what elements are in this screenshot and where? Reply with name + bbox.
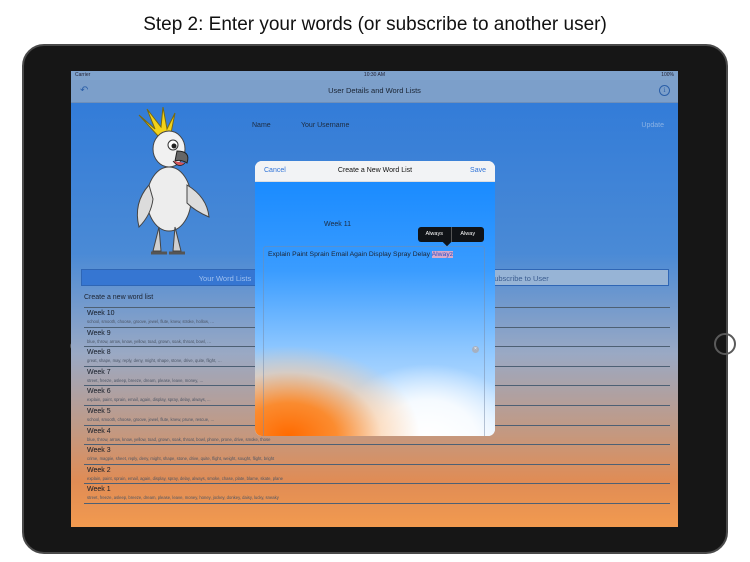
list-item-words: crime, magpie, sheet, reply, deny, might… (87, 456, 275, 462)
cockatoo-mascot (136, 107, 210, 255)
save-button[interactable]: Save (470, 167, 486, 174)
list-item-words: school, smooth, choose, groove, jewel, f… (87, 319, 215, 324)
list-item-words: explain, paint, sprain, email, again, di… (87, 475, 283, 481)
list-item-title: Week 10 (87, 310, 115, 317)
list-item-title: Week 3 (87, 447, 111, 455)
dialog-body: Week 11 Always Alway Explain Paint Sprai… (255, 182, 495, 436)
list-item-words: street, freeze, asleep, breeze, dream, p… (87, 377, 204, 383)
words-text: Explain Paint Sprain Email Again Display… (268, 251, 454, 258)
nav-title: User Details and Word Lists (328, 86, 421, 95)
misspelled-word[interactable]: Alwayz (431, 251, 454, 258)
list-item-words: blue, throw, arrow, know, yellow, toad, … (87, 436, 271, 442)
clock-label: 10:30 AM (363, 72, 386, 78)
suggestion-alway[interactable]: Alway (450, 227, 485, 242)
list-item-words: school, smooth, choose, groove, jewel, f… (87, 416, 215, 422)
list-item-title: Week 6 (87, 388, 111, 396)
status-bar: Carrier 10:30 AM 100% (71, 71, 678, 80)
app-screen: Carrier 10:30 AM 100% ↶ User Details and… (71, 71, 678, 527)
new-word-list-dialog: Cancel Create a New Word List Save Week … (255, 161, 495, 436)
info-circle-icon[interactable]: i (659, 85, 670, 96)
battery-label: 100% (661, 72, 674, 78)
list-item-title: Week 5 (87, 407, 111, 415)
list-item-title: Week 2 (87, 466, 111, 474)
list-item-title: Week 8 (87, 349, 111, 357)
list-item[interactable]: Week 3 crime, magpie, sheet, reply, deny,… (84, 445, 670, 465)
dialog-title: Create a New Word List (337, 167, 413, 174)
home-button[interactable] (714, 333, 736, 355)
dialog-header: Cancel Create a New Word List Save (255, 161, 495, 182)
clear-icon[interactable]: × (472, 346, 479, 353)
list-item-title: Week 7 (87, 368, 111, 376)
list-item-title: Week 9 (87, 329, 111, 337)
autocorrect-popup: Always Alway (418, 227, 485, 247)
words-textarea[interactable]: Explain Paint Sprain Email Again Display… (263, 246, 485, 436)
list-item-words: explain, paint, sprain, email, again, di… (87, 397, 211, 403)
list-item-words: great, shape, may, reply, deny, might, s… (87, 358, 222, 364)
update-button[interactable]: Update (641, 122, 664, 129)
entered-words: Explain Paint Sprain Email Again Display… (268, 251, 432, 258)
list-item-title: Week 4 (87, 427, 111, 435)
list-item[interactable]: Week 2 explain, paint, sprain, email, aga… (84, 465, 670, 485)
username-field[interactable]: Your Username (301, 122, 349, 129)
list-name-field[interactable]: Week 11 (324, 221, 351, 228)
page-caption: Step 2: Enter your words (or subscribe t… (143, 14, 607, 35)
nav-bar: ↶ User Details and Word Lists i (71, 80, 678, 103)
list-item-words: street, freeze, asleep, breeze, dream, p… (87, 495, 279, 501)
name-label: Name (252, 122, 271, 129)
list-item-title: Week 1 (87, 486, 111, 494)
list-item-words: blue, throw, arrow, know, yellow, toad, … (87, 338, 212, 344)
list-item[interactable]: Week 1 street, freeze, asleep, breeze, dr… (84, 484, 670, 504)
